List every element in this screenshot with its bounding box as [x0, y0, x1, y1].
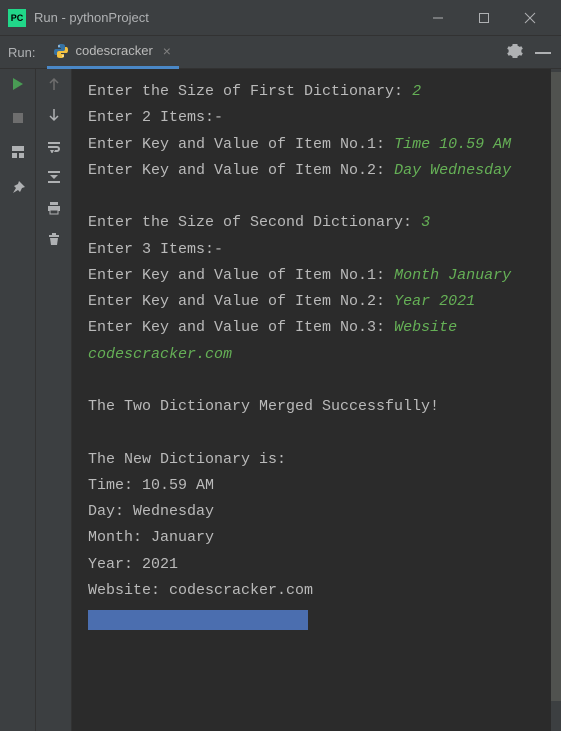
- user-input: 3: [421, 214, 430, 231]
- soft-wrap-icon[interactable]: [47, 139, 61, 156]
- output-line: Year: 2021: [88, 552, 553, 578]
- pin-icon[interactable]: [11, 180, 25, 197]
- prompt-text: Enter Key and Value of Item No.2:: [88, 162, 394, 179]
- run-tab[interactable]: codescracker ×: [47, 36, 179, 69]
- app-icon: PC: [8, 9, 26, 27]
- run-tab-bar: Run: codescracker ×: [0, 36, 561, 69]
- down-arrow-icon[interactable]: [48, 108, 60, 125]
- output-line: The New Dictionary is:: [88, 447, 553, 473]
- tool-actions: [507, 43, 561, 62]
- user-input: Day Wednesday: [394, 162, 511, 179]
- scroll-thumb[interactable]: [551, 72, 561, 701]
- minimize-button[interactable]: [415, 0, 461, 36]
- window-title: Run - pythonProject: [34, 10, 415, 25]
- run-icon[interactable]: [11, 77, 25, 94]
- prompt-text: Enter Key and Value of Item No.1:: [88, 267, 394, 284]
- user-input: Time 10.59 AM: [394, 136, 511, 153]
- blank-line: [88, 184, 553, 210]
- prompt-text: Enter Key and Value of Item No.1:: [88, 136, 394, 153]
- left-gutter-2: [36, 69, 72, 731]
- run-label: Run:: [8, 45, 35, 60]
- user-input: 2: [412, 83, 421, 100]
- blank-line: [88, 368, 553, 394]
- user-input: Year 2021: [394, 293, 475, 310]
- window-controls: [415, 0, 553, 36]
- blank-line: [88, 420, 553, 446]
- run-panel: Enter the Size of First Dictionary: 2 En…: [0, 69, 561, 731]
- input-cursor[interactable]: [88, 610, 308, 630]
- trash-icon[interactable]: [48, 232, 60, 249]
- maximize-button[interactable]: [461, 0, 507, 36]
- stop-icon[interactable]: [12, 112, 24, 127]
- tab-close-icon[interactable]: ×: [163, 43, 171, 59]
- print-icon[interactable]: [47, 201, 61, 218]
- left-gutter-1: [0, 69, 36, 731]
- console-output[interactable]: Enter the Size of First Dictionary: 2 En…: [72, 69, 561, 731]
- user-input: Month January: [394, 267, 511, 284]
- gear-icon[interactable]: [507, 43, 523, 62]
- up-arrow-icon[interactable]: [48, 77, 60, 94]
- prompt-text: Enter the Size of First Dictionary:: [88, 83, 412, 100]
- output-line: Enter 2 Items:-: [88, 105, 553, 131]
- prompt-text: Enter the Size of Second Dictionary:: [88, 214, 421, 231]
- minimize-panel-icon[interactable]: [535, 43, 551, 62]
- prompt-text: Enter Key and Value of Item No.3:: [88, 319, 394, 336]
- tab-label: codescracker: [75, 43, 152, 58]
- output-line: Day: Wednesday: [88, 499, 553, 525]
- layout-icon[interactable]: [11, 145, 25, 162]
- vertical-scrollbar[interactable]: [551, 69, 561, 731]
- output-line: Website: codescracker.com: [88, 578, 553, 604]
- prompt-text: Enter Key and Value of Item No.2:: [88, 293, 394, 310]
- output-line: Time: 10.59 AM: [88, 473, 553, 499]
- output-line: The Two Dictionary Merged Successfully!: [88, 394, 553, 420]
- output-line: Month: January: [88, 525, 553, 551]
- scroll-to-end-icon[interactable]: [47, 170, 61, 187]
- python-icon: [53, 43, 69, 59]
- output-line: Enter 3 Items:-: [88, 237, 553, 263]
- close-button[interactable]: [507, 0, 553, 36]
- title-bar: PC Run - pythonProject: [0, 0, 561, 36]
